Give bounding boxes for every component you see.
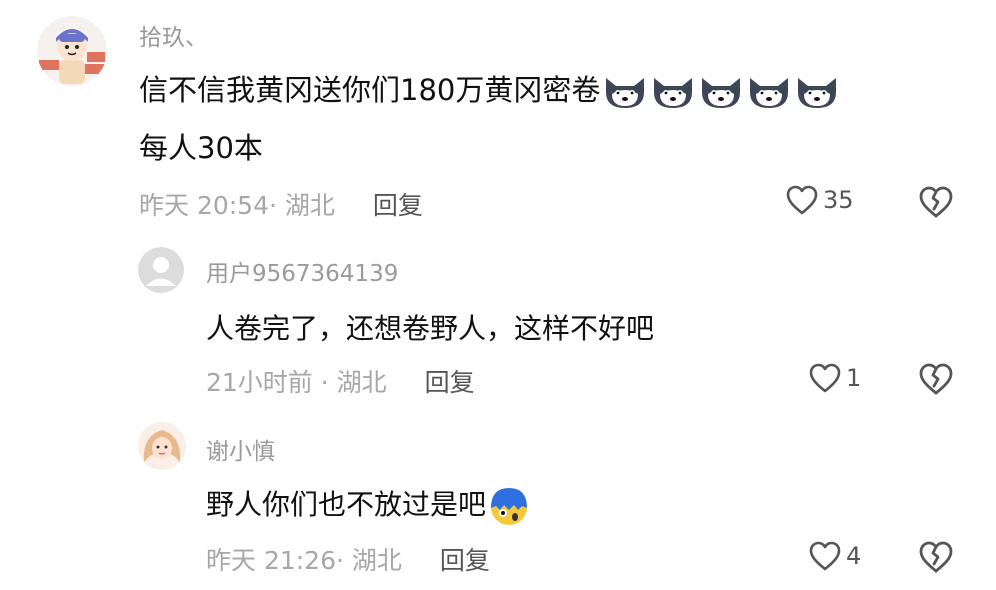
like-action: 1 bbox=[808, 362, 861, 394]
like-button[interactable]: 4 bbox=[808, 540, 861, 572]
comment-meta: 昨天 20:54· 湖北 回复 bbox=[139, 186, 423, 222]
broken-heart-icon bbox=[919, 186, 953, 218]
husky-emoji bbox=[698, 74, 744, 110]
avatar[interactable] bbox=[138, 247, 184, 293]
reply-time-location: 昨天 21:26· 湖北 bbox=[206, 546, 402, 575]
husky-emoji bbox=[650, 74, 696, 110]
like-count: 1 bbox=[846, 364, 862, 392]
like-action: 4 bbox=[808, 540, 861, 572]
reply-meta: 昨天 21:26· 湖北 回复 bbox=[206, 541, 490, 577]
avatar[interactable] bbox=[37, 16, 107, 86]
shocked-blue-hair-emoji bbox=[488, 486, 530, 526]
reply-meta: 21小时前 · 湖北 回复 bbox=[206, 363, 475, 399]
dislike-button[interactable] bbox=[918, 362, 954, 396]
like-count: 4 bbox=[846, 542, 862, 570]
reply-text-body: 野人你们也不放过是吧 bbox=[206, 488, 487, 521]
husky-emoji bbox=[794, 74, 840, 110]
broken-heart-icon bbox=[919, 363, 953, 395]
comment-text: 信不信我黄冈送你们180万黄冈密卷 每人30本 bbox=[139, 70, 840, 168]
avatar[interactable] bbox=[138, 422, 186, 470]
husky-emoji bbox=[746, 74, 792, 110]
comment-time-location: 昨天 20:54· 湖北 bbox=[139, 191, 335, 220]
husky-emoji bbox=[602, 74, 648, 110]
dislike-button[interactable] bbox=[918, 185, 954, 219]
like-action: 35 bbox=[785, 184, 854, 216]
dislike-button[interactable] bbox=[918, 540, 954, 574]
like-button[interactable]: 35 bbox=[785, 184, 854, 216]
comment-text-line1: 信不信我黄冈送你们180万黄冈密卷 bbox=[139, 73, 601, 107]
reply-text: 野人你们也不放过是吧 bbox=[206, 483, 530, 526]
comment-username[interactable]: 拾玖、 bbox=[139, 18, 208, 52]
reply-button[interactable]: 回复 bbox=[373, 191, 423, 220]
reply-username[interactable]: 用户9567364139 bbox=[206, 254, 398, 288]
comment-text-line2: 每人30本 bbox=[139, 131, 263, 165]
like-button[interactable]: 1 bbox=[808, 362, 861, 394]
reply-text: 人卷完了，还想卷野人，这样不好吧 bbox=[206, 312, 655, 345]
reply-button[interactable]: 回复 bbox=[425, 368, 475, 397]
heart-outline-icon bbox=[809, 541, 841, 571]
broken-heart-icon bbox=[919, 541, 953, 573]
reply-button[interactable]: 回复 bbox=[440, 546, 490, 575]
reply-username[interactable]: 谢小慎 bbox=[206, 432, 275, 466]
heart-outline-icon bbox=[786, 185, 818, 215]
like-count: 35 bbox=[823, 186, 854, 214]
reply-time-location: 21小时前 · 湖北 bbox=[206, 368, 387, 397]
heart-outline-icon bbox=[809, 363, 841, 393]
